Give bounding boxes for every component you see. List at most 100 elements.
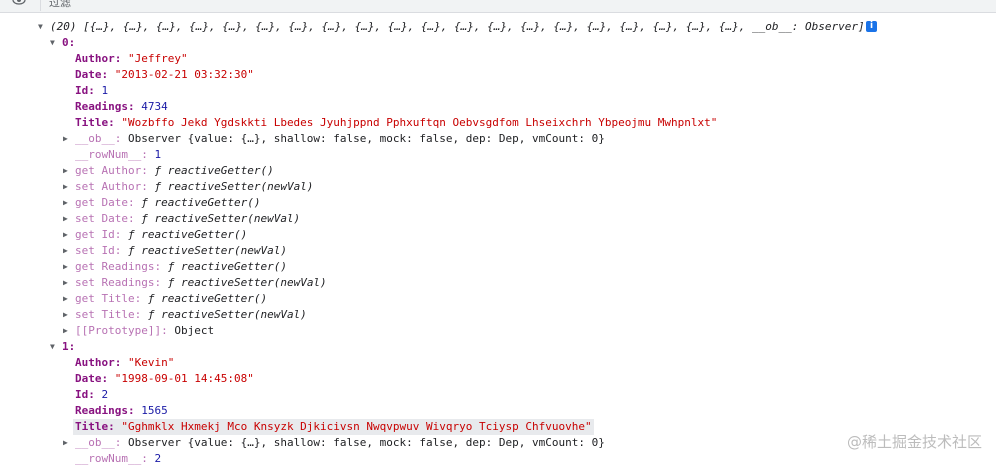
item-index: 0: <box>62 36 76 49</box>
property-key: Readings <box>75 100 128 113</box>
expand-triangle-icon[interactable]: ▶ <box>63 275 68 291</box>
function-signature: reactiveGetter() <box>180 260 287 273</box>
property-key: Date <box>75 68 102 81</box>
accessor-row[interactable]: ▶ set Readings: ƒ reactiveSetter(newVal) <box>0 275 996 291</box>
property-value: "Gghmklx Hxmekj Mco Knsyzk Djkicivsn Nwq… <box>121 420 592 433</box>
accessor-label: get Id <box>75 228 115 241</box>
expand-triangle-icon[interactable]: ▶ <box>63 323 68 339</box>
expand-triangle-icon[interactable]: ▶ <box>63 259 68 275</box>
property-key: Id <box>75 388 89 401</box>
expand-triangle-icon[interactable]: ▶ <box>63 307 68 323</box>
accessor-row[interactable]: ▶ get Id: ƒ reactiveGetter() <box>0 227 996 243</box>
property-row: Id: 1 <box>75 84 109 97</box>
accessor-label: get Title <box>75 292 135 305</box>
property-row: __rowNum__: 2 <box>75 452 162 465</box>
property-key: __rowNum__ <box>75 452 142 465</box>
expand-triangle-icon[interactable]: ▶ <box>63 179 68 195</box>
observer-row[interactable]: ▶ __ob__: Observer {value: {…}, shallow:… <box>0 131 996 147</box>
accessor-label: set Author <box>75 180 142 193</box>
info-icon[interactable]: i <box>866 21 877 32</box>
expand-triangle-icon[interactable]: ▼ <box>50 339 55 355</box>
accessor-row[interactable]: ▶ set Author: ƒ reactiveSetter(newVal) <box>0 179 996 195</box>
property-key: [[Prototype]] <box>75 324 162 337</box>
accessor-row[interactable]: ▶ set Title: ƒ reactiveSetter(newVal) <box>0 307 996 323</box>
accessor-row[interactable]: ▶ get Readings: ƒ reactiveGetter() <box>0 259 996 275</box>
function-signature: reactiveSetter(newVal) <box>141 244 287 257</box>
property-key: Author <box>75 52 115 65</box>
property-key: __rowNum__ <box>75 148 142 161</box>
property-value: Observer {value: {…}, shallow: false, mo… <box>128 436 605 449</box>
accessor-row[interactable]: ▶ get Author: ƒ reactiveGetter() <box>0 163 996 179</box>
expand-triangle-icon[interactable]: ▶ <box>63 243 68 259</box>
expand-triangle-icon[interactable]: ▶ <box>63 435 68 451</box>
accessor-row[interactable]: ▶ get Date: ƒ reactiveGetter() <box>0 195 996 211</box>
function-signature: reactiveGetter() <box>167 164 274 177</box>
accessor-label: set Readings <box>75 276 155 289</box>
property-key: Author <box>75 356 115 369</box>
property-value: 1565 <box>141 404 168 417</box>
function-icon: ƒ <box>167 260 175 273</box>
function-icon: ƒ <box>128 244 135 257</box>
array-summary-row[interactable]: ▼ (20) [{…}, {…}, {…}, {…}, {…}, {…}, {…… <box>0 19 996 35</box>
function-signature: reactiveGetter() <box>141 228 248 241</box>
expand-triangle-icon[interactable]: ▶ <box>63 227 68 243</box>
function-icon: ƒ <box>128 228 135 241</box>
array-item-row[interactable]: ▼ 0: <box>0 35 996 51</box>
expand-triangle-icon[interactable]: ▶ <box>63 291 68 307</box>
watermark: @稀土掘金技术社区 <box>846 433 982 451</box>
expand-triangle-icon[interactable]: ▶ <box>63 131 68 147</box>
function-signature: reactiveSetter(newVal) <box>161 308 307 321</box>
property-value: Object <box>174 324 215 337</box>
property-value: "Wozbffo Jekd Ygdskkti Lbedes Jyuhjppnd … <box>121 116 718 129</box>
item-index: 1: <box>62 340 76 353</box>
expand-triangle-icon[interactable]: ▶ <box>63 195 68 211</box>
accessor-label: set Date <box>75 212 128 225</box>
property-value: "Jeffrey" <box>128 52 188 65</box>
function-signature: reactiveGetter() <box>154 196 261 209</box>
accessor-row[interactable]: ▶ set Id: ƒ reactiveSetter(newVal) <box>0 243 996 259</box>
accessor-label: get Date <box>75 196 128 209</box>
property-key: Id <box>75 84 89 97</box>
function-icon: ƒ <box>141 196 148 209</box>
property-row: __rowNum__: 1 <box>75 148 162 161</box>
expand-triangle-icon[interactable]: ▼ <box>50 35 55 51</box>
property-row: Author: "Kevin" <box>75 356 175 369</box>
property-row: Author: "Jeffrey" <box>75 52 188 65</box>
property-value: 4734 <box>141 100 168 113</box>
property-value: 2 <box>101 388 109 401</box>
function-signature: reactiveGetter() <box>161 292 268 305</box>
property-row: Date: "2013-02-21 03:32:30" <box>75 68 254 81</box>
expand-triangle-icon[interactable]: ▶ <box>63 211 68 227</box>
property-row: Id: 2 <box>75 388 109 401</box>
accessor-row[interactable]: ▶ get Title: ƒ reactiveGetter() <box>0 291 996 307</box>
array-preview: [{…}, {…}, {…}, {…}, {…}, {…}, {…}, {…},… <box>83 20 865 33</box>
function-icon: ƒ <box>154 180 162 193</box>
array-item-row[interactable]: ▼ 1: <box>0 339 996 355</box>
function-icon: ƒ <box>154 164 162 177</box>
property-row: Date: "1998-09-01 14:45:08" <box>75 372 254 385</box>
expand-triangle-icon[interactable]: ▶ <box>63 163 68 179</box>
console-output: ▼ (20) [{…}, {…}, {…}, {…}, {…}, {…}, {…… <box>0 19 996 467</box>
expand-triangle-icon[interactable]: ▼ <box>38 19 43 35</box>
property-key: Readings <box>75 404 128 417</box>
property-key: Title <box>75 420 109 433</box>
property-key: Date <box>75 372 102 385</box>
console-toolbar: 过滤 <box>0 0 996 13</box>
accessor-label: get Readings <box>75 260 155 273</box>
property-key: __ob__ <box>75 436 115 449</box>
function-icon: ƒ <box>147 292 155 305</box>
accessor-label: get Author <box>75 164 142 177</box>
property-value: 1 <box>154 148 162 161</box>
eye-icon[interactable] <box>12 0 26 7</box>
prototype-row[interactable]: ▶ [[Prototype]]: Object <box>0 323 996 339</box>
property-value: "1998-09-01 14:45:08" <box>114 372 254 385</box>
property-value: "2013-02-21 03:32:30" <box>114 68 254 81</box>
filter-input[interactable]: 过滤 <box>40 0 71 11</box>
accessor-row[interactable]: ▶ set Date: ƒ reactiveSetter(newVal) <box>0 211 996 227</box>
function-icon: ƒ <box>167 276 175 289</box>
property-row: Title: "Wozbffo Jekd Ygdskkti Lbedes Jyu… <box>75 116 718 129</box>
function-signature: reactiveSetter(newVal) <box>180 276 327 289</box>
property-value: "Kevin" <box>128 356 175 369</box>
property-value: 1 <box>101 84 109 97</box>
property-value: 2 <box>154 452 162 465</box>
